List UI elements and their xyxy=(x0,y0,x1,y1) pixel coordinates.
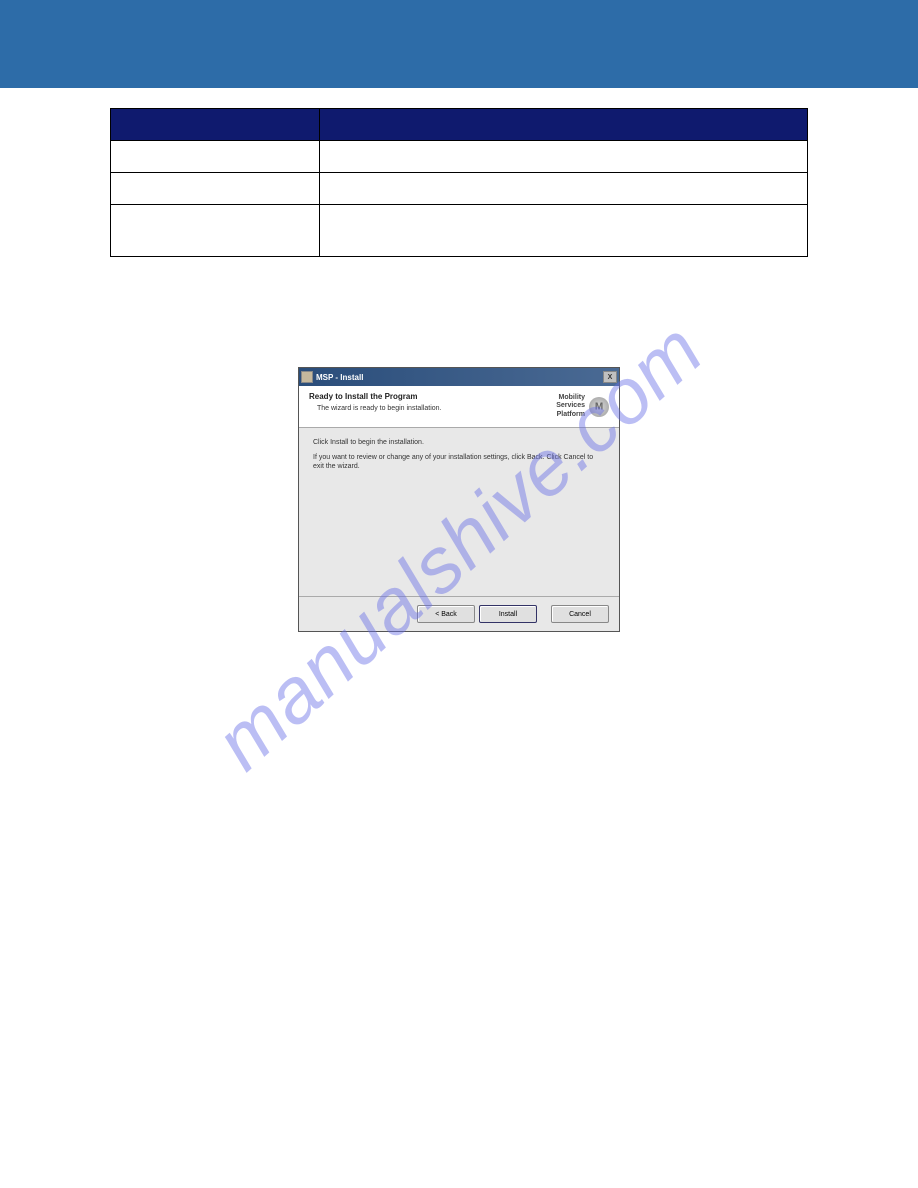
wizard-header: Ready to Install the Program The wizard … xyxy=(299,386,619,428)
motorola-logo-icon xyxy=(589,397,609,417)
back-button[interactable]: < Back xyxy=(417,605,475,623)
body-instruction: Click Install to begin the installation. xyxy=(313,438,605,447)
table-header-col2 xyxy=(320,109,808,141)
titlebar-text: MSP - Install xyxy=(316,373,603,382)
page-content: MSP - Install X Ready to Install the Pro… xyxy=(0,88,918,652)
app-icon xyxy=(301,371,313,383)
wizard-subtitle: The wizard is ready to begin installatio… xyxy=(317,405,556,412)
wizard-brand: Mobility Services Platform xyxy=(556,392,609,421)
body-note: If you want to review or change any of y… xyxy=(313,453,605,471)
table-row xyxy=(111,141,808,173)
brand-line1: Mobility xyxy=(556,394,585,402)
table-cell xyxy=(111,141,320,173)
info-table xyxy=(110,108,808,257)
table-header-row xyxy=(111,109,808,141)
cancel-button[interactable]: Cancel xyxy=(551,605,609,623)
table-cell xyxy=(320,173,808,205)
wizard-title: Ready to Install the Program xyxy=(309,392,556,401)
table-cell xyxy=(111,205,320,257)
table-header-col1 xyxy=(111,109,320,141)
brand-line2: Services xyxy=(556,402,585,410)
table-row xyxy=(111,173,808,205)
table-row xyxy=(111,205,808,257)
titlebar[interactable]: MSP - Install X xyxy=(299,368,619,386)
brand-line3: Platform xyxy=(556,411,585,419)
installer-dialog: MSP - Install X Ready to Install the Pro… xyxy=(298,367,620,632)
install-button[interactable]: Install xyxy=(479,605,537,623)
wizard-body: Click Install to begin the installation.… xyxy=(299,428,619,596)
wizard-header-text: Ready to Install the Program The wizard … xyxy=(309,392,556,421)
table-cell xyxy=(320,141,808,173)
table-cell xyxy=(320,205,808,257)
close-icon[interactable]: X xyxy=(603,371,617,383)
table-cell xyxy=(111,173,320,205)
brand-text: Mobility Services Platform xyxy=(556,394,585,419)
wizard-footer: < Back Install Cancel xyxy=(299,596,619,631)
page-header xyxy=(0,0,918,88)
